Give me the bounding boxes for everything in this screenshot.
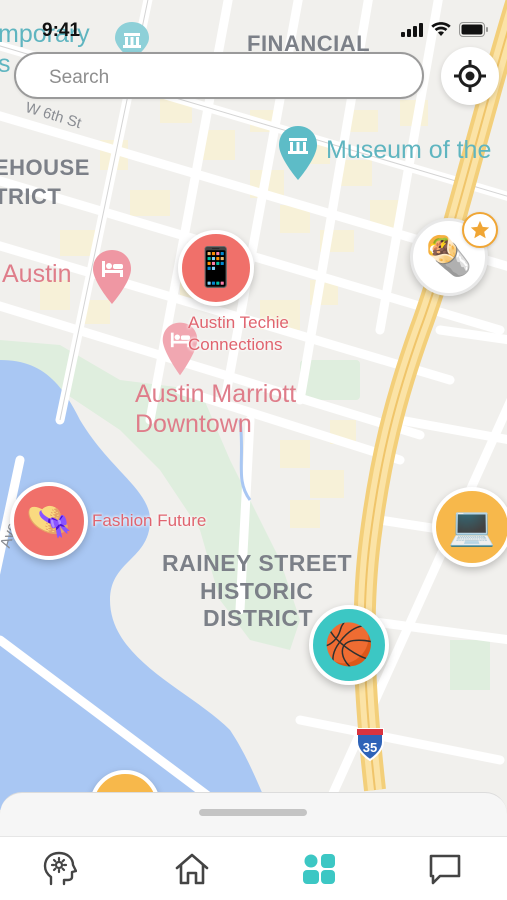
tab-home[interactable] <box>168 847 216 891</box>
marriott-label-line2: Downtown <box>135 410 252 438</box>
rainey-street-label-line3: DISTRICT <box>203 605 314 631</box>
grid-people-icon <box>303 854 335 884</box>
status-icons <box>401 22 489 37</box>
home-icon <box>175 853 209 885</box>
rainey-street-label: RAINEY STREET <box>162 550 353 576</box>
map-base <box>0 0 507 900</box>
search-placeholder: Search <box>49 67 110 88</box>
head-gear-icon <box>43 851 77 886</box>
marriott-label: Austin Marriott <box>135 380 297 408</box>
tab-bar <box>0 836 507 900</box>
museum-pin-icon-2[interactable] <box>276 124 320 187</box>
austin-techie-label: Austin Techie <box>188 313 289 332</box>
tab-profile[interactable] <box>36 847 84 891</box>
sheet-drag-handle[interactable] <box>199 809 307 816</box>
cellular-signal-icon <box>401 22 423 37</box>
search-input[interactable]: Search <box>14 52 424 99</box>
crosshair-icon <box>454 60 486 92</box>
my-location-button[interactable] <box>441 47 499 105</box>
rainey-street-label-line2: HISTORIC <box>200 578 314 604</box>
chat-icon <box>429 854 461 885</box>
bottom-sheet[interactable] <box>0 792 507 837</box>
austin-techie-label-line2: Connections <box>188 335 283 354</box>
museum-label: Museum of the <box>326 136 492 164</box>
interstate-35-shield-icon: 35 <box>355 726 385 762</box>
basketball-icon: 🏀 <box>324 623 374 667</box>
warehouse-district-label: EHOUSE <box>0 155 90 180</box>
svg-text:35: 35 <box>363 740 377 755</box>
warehouse-district-label-line2: TRICT <box>0 184 62 209</box>
fashion-future-label: Fashion Future <box>92 511 207 530</box>
laptop-icon: 💻 <box>448 506 496 548</box>
hat-icon: 👒 <box>25 500 73 542</box>
battery-icon <box>459 22 488 37</box>
phone-event-marker[interactable]: 📱 <box>178 230 254 306</box>
basketball-event-marker[interactable]: 🏀 <box>309 605 389 685</box>
star-icon <box>470 220 490 239</box>
hotel-pin-icon[interactable] <box>90 248 134 311</box>
phone-icon: 📱 <box>192 247 240 289</box>
burrito-icon: 🌯 <box>425 236 473 278</box>
fashion-event-marker[interactable]: 👒 <box>10 482 88 560</box>
tab-groups[interactable] <box>295 847 343 891</box>
status-time: 9:41 <box>42 20 81 41</box>
austin-hotel-label: Austin <box>2 260 72 288</box>
status-bar: 9:41 <box>0 0 507 41</box>
contemporary-museum-label-line2: s <box>0 50 11 78</box>
favorite-star-badge <box>462 212 498 248</box>
tab-messages[interactable] <box>421 847 469 891</box>
wifi-icon <box>431 22 451 36</box>
map-view[interactable]: mporary s FINANCIAL W 6th St EHOUSE TRIC… <box>0 0 507 900</box>
laptop-event-marker[interactable]: 💻 <box>432 487 507 567</box>
